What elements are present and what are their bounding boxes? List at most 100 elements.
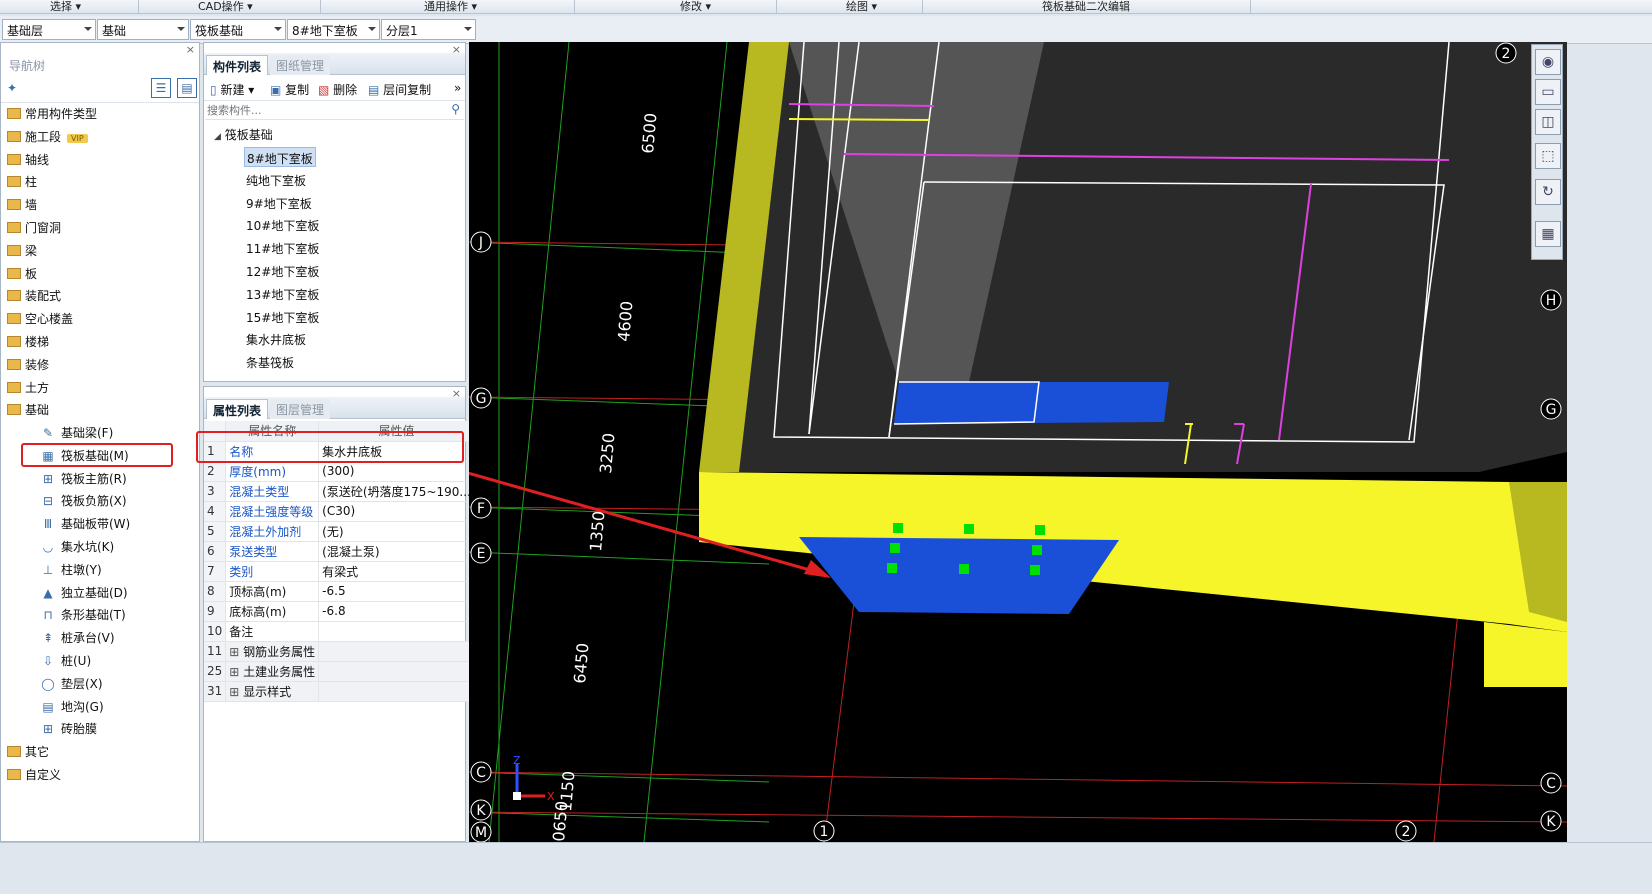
component-item[interactable]: 11#地下室板 — [244, 238, 321, 258]
nav-sub-item[interactable]: ⊞ 砖胎膜 — [41, 720, 97, 740]
collapse-icon[interactable]: ◢ — [214, 132, 221, 142]
property-value[interactable] — [318, 681, 475, 702]
property-value[interactable] — [318, 641, 475, 662]
more-icon[interactable]: » — [454, 81, 461, 95]
nav-category[interactable]: 轴线 — [7, 151, 49, 171]
nav-category[interactable]: 施工段 VIP — [7, 128, 88, 148]
property-value[interactable]: -6.8 — [318, 601, 475, 622]
property-row[interactable]: 2 厚度(mm) (300) — [204, 461, 475, 482]
property-row[interactable]: 11 ⊞ 钢筋业务属性 — [204, 641, 475, 662]
layer-icon[interactable]: ▦ — [1535, 221, 1561, 247]
property-row[interactable]: 5 混凝土外加剂 (无) — [204, 521, 475, 542]
menu-raft-edit[interactable]: 筏板基础二次编辑 — [1042, 0, 1130, 14]
copy-button[interactable]: ▣ 复制 — [270, 81, 309, 98]
nav-sub-item[interactable]: ◡ 集水坑(K) — [41, 538, 114, 558]
property-row[interactable]: 10 备注 — [204, 621, 475, 642]
component-item[interactable]: 集水井底板 — [244, 329, 308, 349]
tab-component-list[interactable]: 构件列表 — [206, 55, 269, 75]
menu-modify[interactable]: 修改 ▾ — [680, 0, 711, 14]
rotate-icon[interactable]: ↻ — [1535, 179, 1561, 205]
tab-property-list[interactable]: 属性列表 — [206, 399, 269, 419]
nav-sub-item[interactable]: ⊟ 筏板负筋(X) — [41, 492, 127, 512]
component-item[interactable]: 纯地下室板 — [244, 170, 308, 190]
drawing-canvas[interactable]: J G F E C K M H G C K 2 1 2 6500 4600 32… — [469, 42, 1567, 842]
3d-box-icon[interactable]: ◫ — [1535, 109, 1561, 135]
property-value[interactable] — [318, 661, 475, 682]
delete-button[interactable]: ▧ 删除 — [318, 81, 357, 98]
nav-category[interactable]: 装配式 — [7, 287, 61, 307]
property-value[interactable]: (混凝土泵) — [318, 541, 475, 562]
nav-sub-item[interactable]: ⇞ 桩承台(V) — [41, 629, 115, 649]
nav-category[interactable]: 梁 — [7, 242, 37, 262]
nav-category[interactable]: 自定义 — [7, 766, 61, 786]
property-value[interactable]: (C30) — [318, 501, 475, 522]
property-value[interactable]: (泵送砼(坍落度175~190... — [318, 481, 475, 502]
nav-category[interactable]: 装修 — [7, 356, 49, 376]
property-row[interactable]: 4 混凝土强度等级 (C30) — [204, 501, 475, 522]
orbit-icon[interactable]: ◉ — [1535, 49, 1561, 75]
menu-select[interactable]: 选择 ▾ — [50, 0, 81, 14]
nav-sub-item[interactable]: ⊥ 柱墩(Y) — [41, 561, 102, 581]
menu-cad-operations[interactable]: CAD操作 ▾ — [198, 0, 253, 14]
nav-sub-item[interactable]: ✎ 基础梁(F) — [41, 424, 113, 444]
component-item[interactable]: 13#地下室板 — [244, 284, 321, 304]
2d-view-icon[interactable]: ▭ — [1535, 79, 1561, 105]
nav-category[interactable]: 空心楼盖 — [7, 310, 73, 330]
component-item[interactable]: 8#地下室板 — [244, 147, 316, 167]
nav-sub-item[interactable]: ⊞ 筏板主筋(R) — [41, 470, 127, 490]
search-icon[interactable]: ⚲ — [451, 102, 460, 116]
nav-category[interactable]: 土方 — [7, 379, 49, 399]
menu-general-operations[interactable]: 通用操作 ▾ — [424, 0, 477, 14]
nav-category[interactable]: 其它 — [7, 743, 49, 763]
expand-icon[interactable]: ⊞ — [229, 685, 243, 699]
nav-category[interactable]: 板 — [7, 265, 37, 285]
property-value[interactable]: (300) — [318, 461, 475, 482]
nav-sub-item[interactable]: ▲ 独立基础(D) — [41, 584, 127, 604]
new-button[interactable]: ▯ 新建 ▾ — [210, 81, 254, 98]
search-input[interactable] — [205, 102, 445, 119]
property-row[interactable]: 3 混凝土类型 (泵送砼(坍落度175~190... — [204, 481, 475, 502]
property-value[interactable]: (无) — [318, 521, 475, 542]
nav-category[interactable]: 常用构件类型 — [7, 105, 97, 125]
floor-select[interactable]: 基础层 — [2, 19, 96, 40]
close-icon[interactable]: × — [186, 43, 195, 56]
component-item[interactable]: 9#地下室板 — [244, 193, 314, 213]
nav-sub-item[interactable]: ▤ 地沟(G) — [41, 698, 103, 718]
nav-category[interactable]: 柱 — [7, 173, 37, 193]
nav-category[interactable]: 门窗洞 — [7, 219, 61, 239]
component-item[interactable]: 15#地下室板 — [244, 307, 321, 327]
menu-draw[interactable]: 绘图 ▾ — [846, 0, 877, 14]
component-item[interactable]: 10#地下室板 — [244, 215, 321, 235]
expand-icon[interactable]: ⊞ — [229, 645, 243, 659]
expand-icon[interactable]: ⊞ — [229, 665, 243, 679]
property-value[interactable]: -6.5 — [318, 581, 475, 602]
property-row[interactable]: 9 底标高(m) -6.8 — [204, 601, 475, 622]
component-group[interactable]: ◢ 筏板基础 — [214, 126, 273, 143]
floor-copy-button[interactable]: ▤ 层间复制 — [368, 81, 431, 98]
property-value[interactable]: 有梁式 — [318, 561, 475, 582]
nav-sub-item[interactable]: Ⅲ 基础板带(W) — [41, 515, 130, 535]
property-row[interactable]: 25 ⊞ 土建业务属性 — [204, 661, 475, 682]
3d-wire-icon[interactable]: ⬚ — [1535, 143, 1561, 169]
panel-view-icon[interactable]: ▤ — [177, 78, 197, 98]
property-row[interactable]: 8 顶标高(m) -6.5 — [204, 581, 475, 602]
tab-drawing-management[interactable]: 图纸管理 — [270, 55, 331, 75]
property-row[interactable]: 7 类别 有梁式 — [204, 561, 475, 582]
nav-sub-item[interactable]: ⇩ 桩(U) — [41, 652, 91, 672]
component-item[interactable]: 条基筏板 — [244, 352, 296, 372]
nav-category[interactable]: 墙 — [7, 196, 37, 216]
list-view-icon[interactable]: ☰ — [151, 78, 171, 98]
layer-select[interactable]: 分层1 — [381, 19, 476, 40]
tab-layer-management[interactable]: 图层管理 — [270, 399, 331, 419]
nav-sub-item[interactable]: ◯ 垫层(X) — [41, 675, 102, 695]
nav-sub-item[interactable]: ⊓ 条形基础(T) — [41, 606, 125, 626]
pin-icon[interactable]: ✦ — [7, 81, 17, 95]
component-item[interactable]: 12#地下室板 — [244, 261, 321, 281]
nav-category[interactable]: 楼梯 — [7, 333, 49, 353]
property-row[interactable]: 31 ⊞ 显示样式 — [204, 681, 475, 702]
category-select[interactable]: 基础 — [97, 19, 189, 40]
property-row[interactable]: 6 泵送类型 (混凝土泵) — [204, 541, 475, 562]
type-select[interactable]: 筏板基础 — [190, 19, 286, 40]
property-value[interactable] — [318, 621, 475, 642]
nav-category[interactable]: 基础 — [7, 401, 49, 421]
